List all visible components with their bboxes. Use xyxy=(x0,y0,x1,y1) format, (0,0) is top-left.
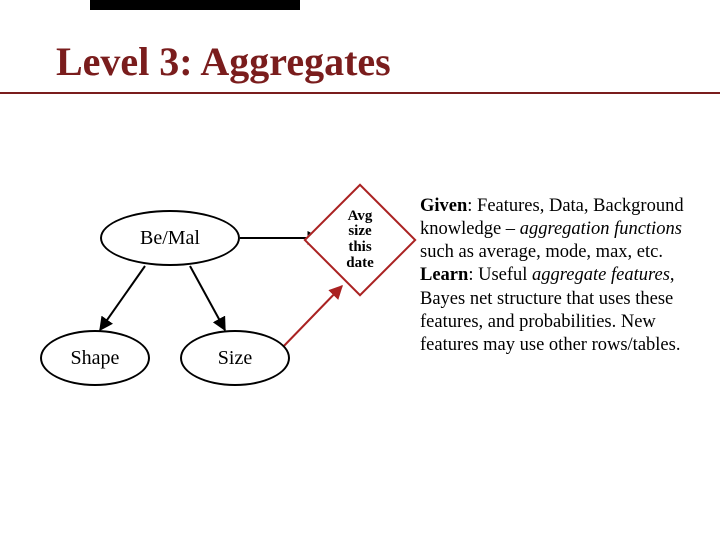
bayes-net-diagram: Be/Mal Shape Size Avg size this date xyxy=(40,160,410,420)
decoration-bar xyxy=(90,0,300,10)
learn-em1: aggregate features xyxy=(532,265,670,285)
node-shape-label: Shape xyxy=(71,347,120,370)
node-bemal: Be/Mal xyxy=(100,210,240,266)
description-text: Given: Features, Data, Background knowle… xyxy=(420,195,705,357)
node-size-label: Size xyxy=(218,347,252,370)
learn-text: : Useful xyxy=(468,265,532,285)
node-shape: Shape xyxy=(40,330,150,386)
learn-label: Learn xyxy=(420,265,468,285)
slide-title: Level 3: Aggregates xyxy=(56,38,391,85)
node-bemal-label: Be/Mal xyxy=(140,227,200,250)
title-underline xyxy=(0,92,720,94)
given-tail: such as average, mode, max, etc. xyxy=(420,242,663,262)
aggregate-node: Avg size this date xyxy=(320,200,400,280)
node-size: Size xyxy=(180,330,290,386)
given-label: Given xyxy=(420,196,467,216)
aggregate-node-label: Avg size this date xyxy=(320,200,400,280)
given-em: aggregation functions xyxy=(520,219,682,239)
